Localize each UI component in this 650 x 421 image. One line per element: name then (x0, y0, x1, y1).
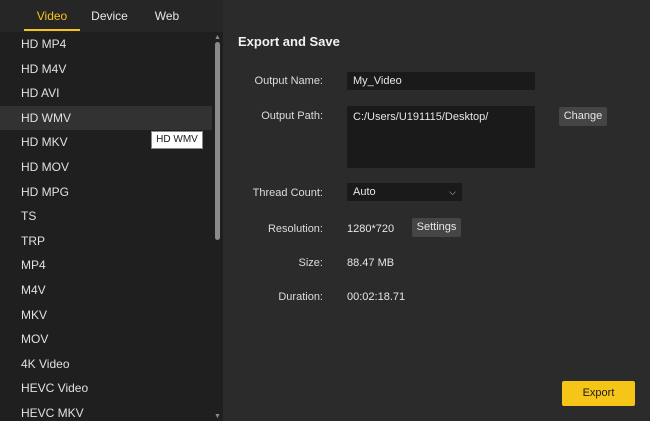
output-name-field[interactable]: My_Video (347, 72, 535, 90)
resolution-value: 1280*720 (347, 223, 395, 235)
format-item-hd-avi[interactable]: HD AVI (0, 81, 212, 106)
tab-web[interactable]: Web (137, 0, 197, 32)
output-path-label: Output Path: (261, 110, 323, 122)
resolution-settings-button[interactable]: Settings (412, 218, 461, 237)
format-item-hd-mov[interactable]: HD MOV (0, 155, 212, 180)
format-item-mov[interactable]: MOV (0, 327, 212, 352)
format-item-hd-wmv[interactable]: HD WMV (0, 105, 212, 131)
tab-device[interactable]: Device (82, 0, 137, 32)
chevron-down-icon: ⌵ (449, 187, 456, 197)
format-tabs: Video Device Web (0, 0, 223, 32)
format-item-hevc-mkv[interactable]: HEVC MKV (0, 401, 212, 421)
change-path-button[interactable]: Change (559, 107, 607, 126)
thread-count-value: Auto (353, 186, 376, 198)
format-item-trp[interactable]: TRP (0, 229, 212, 254)
export-button[interactable]: Export (562, 381, 635, 406)
scrollbar-thumb[interactable] (215, 42, 220, 240)
size-value: 88.47 MB (347, 257, 395, 269)
format-item-hd-m4v[interactable]: HD M4V (0, 57, 212, 82)
tab-video[interactable]: Video (22, 0, 82, 32)
output-name-label: Output Name: (254, 75, 323, 87)
thread-count-label: Thread Count: (252, 187, 323, 199)
page-title: Export and Save (238, 34, 340, 49)
format-item-hd-mp4[interactable]: HD MP4 (0, 32, 212, 57)
scroll-up-icon[interactable]: ▲ (213, 34, 222, 42)
format-item-ts[interactable]: TS (0, 204, 212, 229)
format-item-4k-video[interactable]: 4K Video (0, 352, 212, 377)
format-item-hd-mpg[interactable]: HD MPG (0, 180, 212, 205)
format-item-mp4[interactable]: MP4 (0, 253, 212, 278)
format-list-scrollbar[interactable]: ▲ ▼ (212, 32, 223, 421)
duration-value: 00:02:18.71 (347, 291, 406, 303)
format-panel: Video Device Web HD MP4 HD M4V HD AVI HD… (0, 0, 223, 421)
thread-count-select[interactable]: Auto ⌵ (347, 183, 462, 201)
format-list: HD MP4 HD M4V HD AVI HD WMV HD MKV HD MO… (0, 32, 212, 421)
duration-label: Duration: (278, 291, 323, 303)
format-item-hevc-video[interactable]: HEVC Video (0, 376, 212, 401)
format-tooltip: HD WMV (151, 131, 203, 149)
format-item-m4v[interactable]: M4V (0, 278, 212, 303)
format-item-mkv[interactable]: MKV (0, 303, 212, 328)
size-label: Size: (298, 257, 323, 269)
export-panel: Export and Save Output Name: My_Video Ou… (223, 0, 650, 421)
scroll-down-icon[interactable]: ▼ (213, 413, 222, 421)
active-tab-indicator (24, 29, 80, 31)
resolution-label: Resolution: (267, 223, 323, 235)
output-path-field[interactable]: C:/Users/U191115/Desktop/ (347, 106, 535, 168)
